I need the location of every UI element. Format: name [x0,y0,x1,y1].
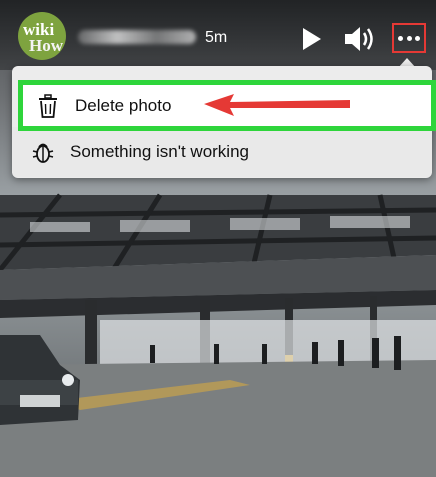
blurred-username [78,30,196,44]
annotation-arrow [204,94,350,116]
play-button[interactable] [298,26,324,52]
more-options-button[interactable] [392,23,426,53]
speaker-icon [345,27,373,51]
wikihow-logo-text-2: How [29,36,63,55]
play-icon [303,28,321,50]
menu-item-report-problem[interactable]: Something isn't working [12,127,432,177]
trash-icon [37,93,59,118]
volume-button[interactable] [343,24,377,54]
avatar[interactable]: wiki How [18,12,66,60]
bug-icon [32,140,54,164]
menu-item-label: Delete photo [75,95,172,115]
menu-item-label: Something isn't working [70,142,249,161]
story-header: wiki How 5m [0,0,436,70]
post-time: 5m [205,29,228,46]
more-horizontal-icon [398,36,420,41]
